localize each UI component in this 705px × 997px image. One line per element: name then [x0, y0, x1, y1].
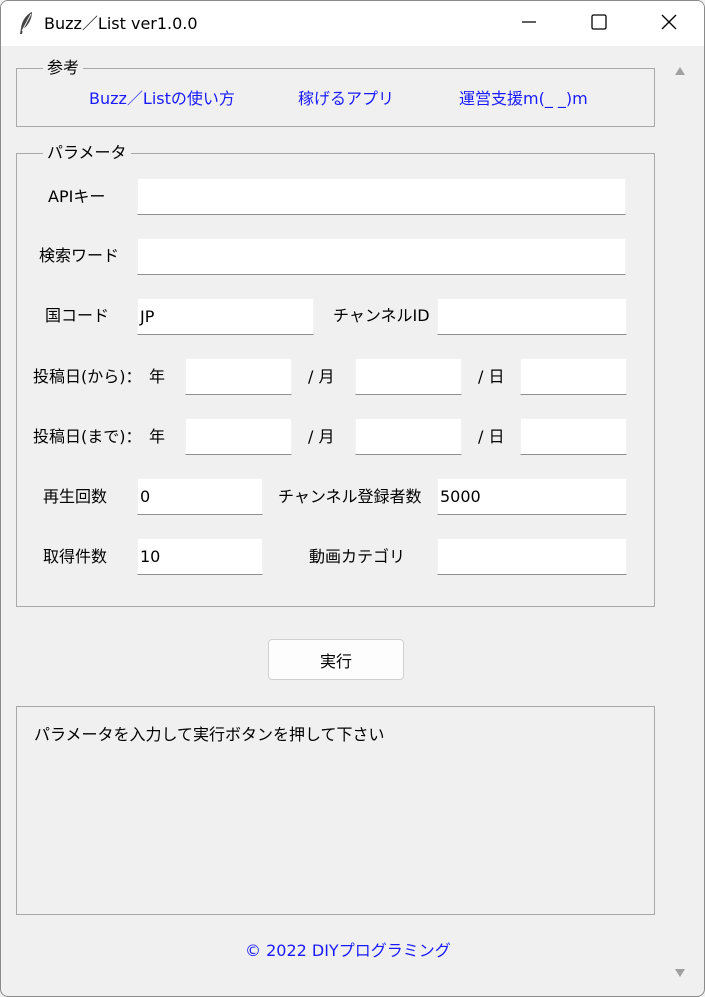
- api-key-label: APIキー: [48, 187, 106, 206]
- support-link[interactable]: 運営支援m(_ _)m: [459, 89, 588, 109]
- usage-link[interactable]: Buzz／Listの使い方: [89, 89, 235, 109]
- date-from-day-label: / 日: [478, 367, 505, 386]
- date-from-label: 投稿日(から)：: [33, 367, 142, 386]
- date-to-year-input[interactable]: [185, 418, 292, 455]
- output-panel[interactable]: パラメータを入力して実行ボタンを押して下さい: [16, 706, 655, 915]
- view-count-input[interactable]: 0: [137, 478, 263, 515]
- channel-id-input[interactable]: [437, 298, 627, 335]
- api-key-input[interactable]: [137, 178, 626, 215]
- close-icon: [661, 14, 677, 34]
- maximize-button[interactable]: [576, 1, 622, 46]
- date-to-label: 投稿日(まで)：: [33, 427, 142, 446]
- scroll-down-icon[interactable]: [675, 969, 685, 977]
- minimize-button[interactable]: [506, 1, 552, 46]
- country-code-input[interactable]: JP: [137, 298, 314, 335]
- window-title: Buzz／List ver1.0.0: [44, 14, 198, 33]
- date-to-day-label: / 日: [478, 427, 505, 446]
- parameters-legend: パラメータ: [47, 143, 127, 162]
- search-word-input[interactable]: [137, 238, 626, 275]
- footer-copyright-link[interactable]: © 2022 DIYプログラミング: [245, 941, 451, 961]
- scroll-up-icon[interactable]: [675, 67, 685, 75]
- search-word-label: 検索ワード: [39, 246, 120, 265]
- channel-id-label: チャンネルID: [333, 306, 430, 325]
- date-to-month-label: / 月: [308, 427, 335, 446]
- output-message: パラメータを入力して実行ボタンを押して下さい: [34, 725, 385, 744]
- date-to-month-input[interactable]: [355, 418, 462, 455]
- date-from-month-label: / 月: [308, 367, 335, 386]
- date-to-year-label: 年: [149, 427, 166, 446]
- minimize-icon: [521, 14, 537, 34]
- category-input[interactable]: [437, 538, 627, 575]
- run-button[interactable]: 実行: [268, 639, 404, 680]
- max-results-input[interactable]: 10: [137, 538, 263, 575]
- earning-apps-link[interactable]: 稼げるアプリ: [298, 89, 394, 109]
- view-count-label: 再生回数: [43, 487, 108, 506]
- maximize-icon: [591, 13, 607, 34]
- date-to-day-input[interactable]: [520, 418, 627, 455]
- subscribers-label: チャンネル登録者数: [278, 487, 422, 506]
- date-from-month-input[interactable]: [355, 358, 462, 395]
- app-window: Buzz／List ver1.0.0 参考 Buzz／Listの使い方 稼げるア…: [0, 0, 705, 997]
- reference-legend: 参考: [47, 58, 80, 77]
- title-bar[interactable]: Buzz／List ver1.0.0: [1, 1, 704, 46]
- subscribers-input[interactable]: 5000: [437, 478, 627, 515]
- vertical-scrollbar[interactable]: [669, 46, 692, 991]
- country-code-label: 国コード: [45, 306, 110, 325]
- category-label: 動画カテゴリ: [309, 547, 406, 566]
- date-from-day-input[interactable]: [520, 358, 627, 395]
- feather-icon: [17, 11, 35, 39]
- max-results-label: 取得件数: [43, 547, 108, 566]
- date-from-year-label: 年: [149, 367, 166, 386]
- close-button[interactable]: [646, 1, 692, 46]
- date-from-year-input[interactable]: [185, 358, 292, 395]
